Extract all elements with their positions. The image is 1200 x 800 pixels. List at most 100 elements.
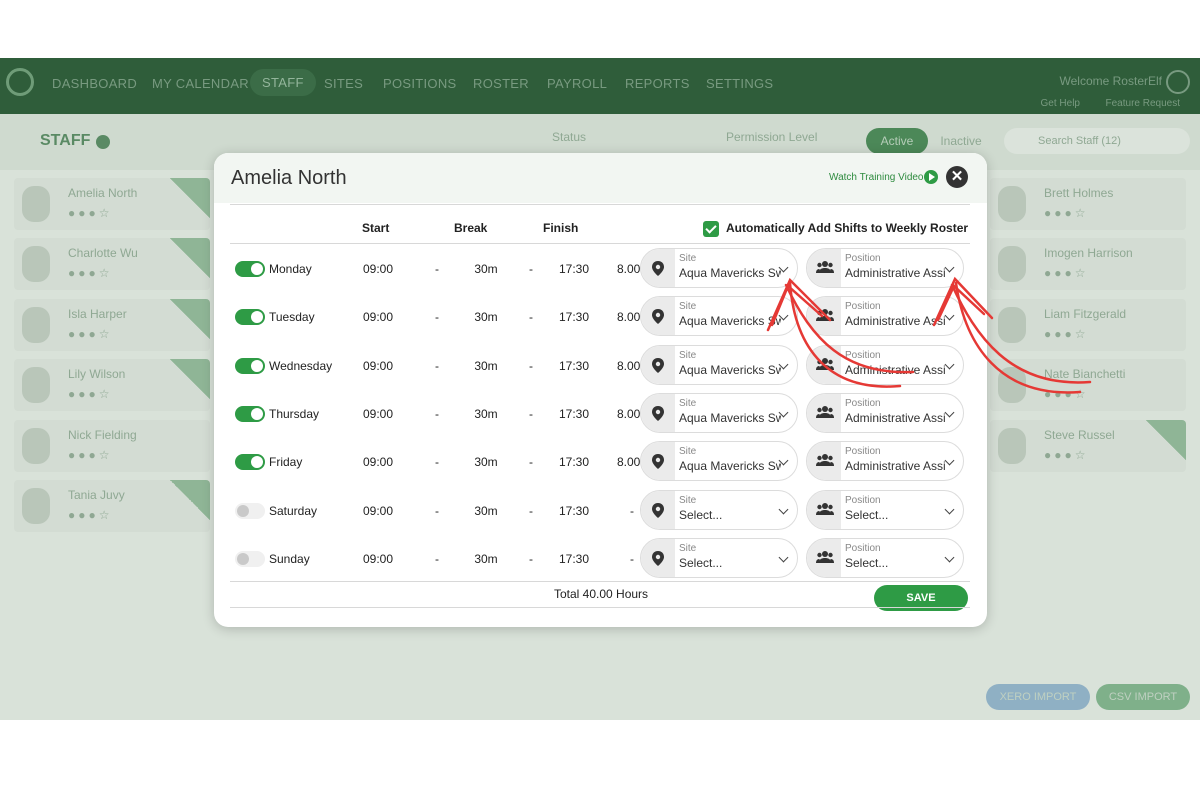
staff-card[interactable]: Tania Juvy ●●●☆ bbox=[14, 480, 210, 532]
site-dropdown[interactable]: Site Aqua Mavericks Sw bbox=[640, 392, 798, 433]
site-dropdown[interactable]: Site Aqua Mavericks Sw bbox=[640, 248, 798, 288]
day-toggle[interactable] bbox=[235, 357, 265, 374]
nav-settings[interactable]: SETTINGS bbox=[706, 76, 773, 91]
site-value: Select... bbox=[679, 555, 723, 570]
nav-reports[interactable]: REPORTS bbox=[625, 76, 690, 91]
start-time[interactable]: 09:00 bbox=[360, 407, 396, 421]
break-duration[interactable]: 30m bbox=[468, 504, 504, 518]
site-value: Aqua Mavericks Sw bbox=[679, 459, 781, 474]
break-duration[interactable]: 30m bbox=[468, 552, 504, 566]
staff-name: Nate Bianchetti bbox=[1044, 367, 1126, 381]
schedule-row-tuesday: Tuesday 09:00-30m -17:30 8.00h Site Aqua Mave… bbox=[230, 292, 970, 340]
site-label: Site bbox=[679, 397, 697, 409]
day-toggle[interactable] bbox=[235, 550, 265, 567]
staff-card[interactable]: Brett Holmes ●●●☆ bbox=[990, 178, 1186, 230]
day-label: Friday bbox=[269, 455, 303, 470]
divider bbox=[230, 607, 970, 608]
nav-payroll[interactable]: PAYROLL bbox=[547, 76, 607, 91]
staff-card[interactable]: Charlotte Wu ●●●☆ bbox=[14, 238, 210, 290]
finish-time[interactable]: 17:30 bbox=[556, 262, 592, 276]
position-dropdown[interactable]: Position Administrative Assi bbox=[806, 296, 964, 337]
avatar bbox=[22, 488, 50, 524]
day-toggle[interactable] bbox=[235, 309, 265, 326]
staff-card[interactable]: Nate Bianchetti ●●●☆ bbox=[990, 359, 1186, 411]
nav-staff[interactable]: STAFF bbox=[250, 69, 316, 96]
site-dropdown[interactable]: Site Select... bbox=[640, 489, 798, 530]
position-dropdown[interactable]: Position Select... bbox=[806, 537, 964, 578]
day-toggle[interactable] bbox=[235, 502, 265, 519]
day-toggle[interactable] bbox=[235, 261, 265, 277]
finish-time[interactable]: 17:30 bbox=[556, 310, 592, 324]
day-toggle[interactable] bbox=[235, 454, 265, 471]
play-icon[interactable] bbox=[924, 170, 938, 184]
add-staff-icon[interactable] bbox=[96, 135, 110, 149]
staff-card[interactable]: Steve Russel ●●●☆ bbox=[990, 420, 1186, 472]
status-select[interactable]: Status bbox=[552, 130, 586, 154]
position-dropdown[interactable]: Position Administrative Assi bbox=[806, 248, 964, 288]
group-icon bbox=[807, 249, 841, 287]
active-filter-button[interactable]: Active bbox=[866, 128, 928, 154]
nav-dashboard[interactable]: DASHBOARD bbox=[52, 76, 137, 91]
staff-card[interactable]: Isla Harper ●●●☆ bbox=[14, 299, 210, 351]
logo-icon bbox=[6, 68, 34, 96]
csv-import-button[interactable]: CSV IMPORT bbox=[1096, 684, 1190, 710]
finish-time[interactable]: 17:30 bbox=[556, 407, 592, 421]
toggle-knob bbox=[237, 552, 249, 565]
user-avatar[interactable] bbox=[1166, 70, 1190, 94]
status-icons: ●●●☆ bbox=[1044, 206, 1089, 220]
toggle-knob bbox=[251, 263, 263, 275]
site-dropdown[interactable]: Site Aqua Mavericks Sw bbox=[640, 344, 798, 385]
staff-name: Charlotte Wu bbox=[68, 246, 138, 260]
site-dropdown[interactable]: Site Aqua Mavericks Sw bbox=[640, 441, 798, 482]
permission-select[interactable]: Permission Level bbox=[726, 130, 817, 154]
staff-card[interactable]: Nick Fielding ●●●☆ bbox=[14, 420, 210, 472]
staff-card[interactable]: Amelia North ●●●☆ bbox=[14, 178, 210, 230]
schedule-row-friday: Friday 09:00-30m -17:30 8.00h Site Aqua Maver… bbox=[230, 437, 970, 485]
finish-time[interactable]: 17:30 bbox=[556, 552, 592, 566]
start-time[interactable]: 09:00 bbox=[360, 455, 396, 469]
position-label: Position bbox=[845, 446, 881, 458]
staff-card[interactable]: Liam Fitzgerald ●●●☆ bbox=[990, 299, 1186, 351]
start-time[interactable]: 09:00 bbox=[360, 552, 396, 566]
start-time[interactable]: 09:00 bbox=[360, 504, 396, 518]
break-duration[interactable]: 30m bbox=[468, 310, 504, 324]
site-value: Aqua Mavericks Sw bbox=[679, 362, 781, 377]
auto-add-checkbox[interactable] bbox=[703, 221, 719, 237]
position-dropdown[interactable]: Position Administrative Assi bbox=[806, 344, 964, 385]
inactive-filter-button[interactable]: Inactive bbox=[934, 128, 988, 154]
staff-name: Steve Russel bbox=[1044, 428, 1115, 442]
nav-positions[interactable]: POSITIONS bbox=[383, 76, 457, 91]
break-duration[interactable]: 30m bbox=[468, 359, 504, 373]
start-time[interactable]: 09:00 bbox=[360, 359, 396, 373]
day-label: Wednesday bbox=[269, 358, 333, 373]
position-dropdown[interactable]: Position Administrative Assi bbox=[806, 441, 964, 482]
group-icon bbox=[807, 490, 841, 529]
xero-import-button[interactable]: XERO IMPORT bbox=[986, 684, 1090, 710]
start-time[interactable]: 09:00 bbox=[360, 310, 396, 324]
staff-card[interactable]: Imogen Harrison ●●●☆ bbox=[990, 238, 1186, 290]
finish-time[interactable]: 17:30 bbox=[556, 455, 592, 469]
close-icon[interactable]: ✕ bbox=[946, 166, 968, 188]
break-duration[interactable]: 30m bbox=[468, 455, 504, 469]
search-input[interactable]: Search Staff (12) bbox=[1004, 128, 1190, 154]
toggle-knob bbox=[237, 504, 249, 517]
finish-time[interactable]: 17:30 bbox=[556, 504, 592, 518]
start-time[interactable]: 09:00 bbox=[360, 262, 396, 276]
feature-request-link[interactable]: Feature Request bbox=[1106, 98, 1181, 109]
staff-card[interactable]: Lily Wilson ●●●☆ bbox=[14, 359, 210, 411]
get-help-link[interactable]: Get Help bbox=[1041, 98, 1080, 109]
position-dropdown[interactable]: Position Administrative Assi bbox=[806, 392, 964, 433]
finish-time[interactable]: 17:30 bbox=[556, 359, 592, 373]
staff-name: Isla Harper bbox=[68, 307, 127, 321]
toggle-knob bbox=[251, 456, 263, 469]
day-toggle[interactable] bbox=[235, 405, 265, 422]
nav-roster[interactable]: ROSTER bbox=[473, 76, 529, 91]
break-duration[interactable]: 30m bbox=[468, 262, 504, 276]
nav-sites[interactable]: SITES bbox=[324, 76, 363, 91]
break-duration[interactable]: 30m bbox=[468, 407, 504, 421]
position-dropdown[interactable]: Position Select... bbox=[806, 489, 964, 530]
site-dropdown[interactable]: Site Aqua Mavericks Sw bbox=[640, 296, 798, 337]
site-dropdown[interactable]: Site Select... bbox=[640, 537, 798, 578]
watch-training-video-link[interactable]: Watch Training Video bbox=[829, 172, 924, 183]
nav-my-calendar[interactable]: MY CALENDAR bbox=[152, 76, 249, 91]
